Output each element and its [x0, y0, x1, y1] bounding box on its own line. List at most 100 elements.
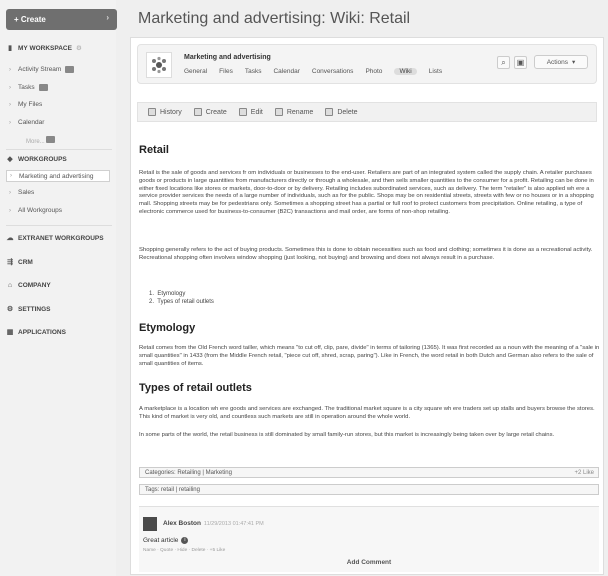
chevron-icon: ›	[9, 66, 11, 73]
tab-lists[interactable]: Lists	[429, 68, 442, 75]
avatar[interactable]	[143, 517, 157, 531]
table-of-contents: 1. Etymology 2. Types of retail outlets	[149, 290, 214, 306]
workgroups-icon: ◆	[7, 156, 13, 163]
section-label: EXTRANET WORKGROUPS	[18, 234, 104, 242]
tab-calendar[interactable]: Calendar	[273, 68, 299, 75]
toc-label: Etymology	[157, 291, 186, 297]
sidebar-section-crm[interactable]: ⇶ CRM	[6, 258, 33, 267]
comment-date: 11/29/2013 01:47:41 PM	[203, 521, 264, 527]
actions-button[interactable]: Actions ▾	[534, 55, 588, 69]
rename-icon	[274, 108, 283, 116]
view-toggle-button[interactable]: ▣	[514, 56, 527, 69]
comment-actions[interactable]: Name · Quote · Hide · Delete · +5 Like	[143, 548, 225, 553]
categories-label[interactable]: Categories: Retailing | Marketing	[145, 470, 232, 476]
search-icon: ⌕	[501, 57, 506, 67]
section-label: SETTINGS	[18, 305, 51, 313]
rename-button[interactable]: Rename	[274, 108, 314, 116]
chevron-icon: ›	[10, 173, 12, 179]
item-label: All Workgroups	[18, 207, 62, 214]
chevron-icon: ›	[9, 101, 11, 108]
comment-body: Great article	[143, 537, 179, 544]
sidebar-item-all-workgroups[interactable]: › All Workgroups	[6, 207, 62, 214]
bookmark-icon: ▮	[8, 45, 12, 52]
heading-types: Types of retail outlets	[139, 382, 252, 394]
tags-bar: Tags: retail | retailing	[139, 484, 599, 495]
sidebar-item-activity-stream[interactable]: › Activity Stream	[6, 66, 75, 73]
history-button[interactable]: History	[148, 108, 182, 116]
chevron-icon: ›	[9, 119, 11, 126]
group-name[interactable]: Marketing and advertising	[184, 54, 271, 61]
heading-retail: Retail	[139, 144, 169, 156]
search-button[interactable]: ⌕	[497, 56, 510, 69]
paragraph-etymology: Retail comes from the Old French word ta…	[139, 345, 600, 367]
item-label: Activity Stream	[18, 66, 62, 73]
paragraph-types-2: In some parts of the world, the retail b…	[139, 432, 555, 438]
create-page-button[interactable]: Create	[193, 108, 227, 116]
divider	[6, 149, 112, 150]
edit-button[interactable]: Edit	[238, 108, 263, 116]
tab-general[interactable]: General	[184, 68, 207, 75]
more-label: More...	[26, 139, 45, 145]
comment-author[interactable]: Alex Boston 11/29/2013 01:47:41 PM	[163, 520, 264, 527]
like-button[interactable]: +2 Like	[574, 470, 594, 476]
sidebar-section-extranet[interactable]: ☁ EXTRANET WORKGROUPS	[6, 234, 104, 243]
page-title: Marketing and advertising: Wiki: Retail	[138, 10, 411, 27]
toc-item-etymology[interactable]: 1. Etymology	[149, 290, 214, 298]
create-label: Create	[20, 15, 46, 24]
section-label: WORKGROUPS	[18, 155, 67, 163]
toolbar-label: Edit	[250, 108, 263, 116]
chevron-icon: ›	[9, 189, 11, 196]
tab-files[interactable]: Files	[219, 68, 233, 75]
paragraph-retail-1: Retail is the sale of goods and services…	[139, 170, 594, 215]
section-label: APPLICATIONS	[18, 328, 66, 336]
chevron-icon: ›	[9, 84, 11, 91]
sidebar-item-tasks[interactable]: › Tasks	[6, 84, 48, 91]
chevron-right-icon: ›	[106, 13, 109, 22]
toolbar-label: Rename	[286, 108, 314, 116]
tab-tasks[interactable]: Tasks	[245, 68, 262, 75]
content-panel: Marketing and advertising General Files …	[130, 37, 604, 575]
sidebar: + Create › ▮ MY WORKSPACE ⚙ › Activity S…	[0, 0, 117, 576]
sidebar-section-company[interactable]: ⌂ COMPANY	[6, 282, 51, 289]
item-label: Calendar	[18, 119, 45, 126]
chevron-down-icon: ▾	[572, 59, 576, 66]
sidebar-section-my-workspace[interactable]: ▮ MY WORKSPACE ⚙	[6, 44, 82, 53]
add-comment-button[interactable]: Add Comment	[139, 559, 599, 566]
more-link[interactable]: More...	[26, 136, 56, 145]
sidebar-section-applications[interactable]: ▦ APPLICATIONS	[6, 328, 66, 337]
create-button[interactable]: + Create ›	[6, 9, 117, 30]
tags-label[interactable]: Tags: retail | retailing	[145, 487, 200, 493]
applications-icon: ▦	[6, 329, 14, 336]
sidebar-item-calendar[interactable]: › Calendar	[6, 119, 44, 126]
crm-icon: ⇶	[7, 259, 13, 266]
tab-conversations[interactable]: Conversations	[312, 68, 354, 75]
counter-icon	[38, 84, 48, 91]
group-header: Marketing and advertising General Files …	[137, 44, 597, 84]
toc-item-types[interactable]: 2. Types of retail outlets	[149, 298, 214, 306]
section-label: CRM	[18, 258, 33, 266]
toolbar-label: Delete	[337, 108, 358, 116]
section-label: COMPANY	[18, 282, 51, 289]
item-label: My Files	[18, 101, 43, 108]
sidebar-item-my-files[interactable]: › My Files	[6, 101, 42, 108]
categories-bar: Categories: Retailing | Marketing +2 Lik…	[139, 467, 599, 478]
chevron-icon: ›	[9, 207, 11, 214]
sidebar-item-marketing[interactable]: › Marketing and advertising	[6, 170, 110, 182]
toolbar-label: History	[160, 108, 182, 116]
tab-photo[interactable]: Photo	[365, 68, 382, 75]
sidebar-item-sales[interactable]: › Sales	[6, 189, 34, 196]
paragraph-retail-2: Shopping generally refers to the act of …	[139, 247, 593, 261]
home-icon: ⌂	[7, 282, 13, 289]
item-label: Sales	[18, 189, 35, 196]
sidebar-section-workgroups[interactable]: ◆ WORKGROUPS	[6, 155, 67, 164]
group-logo	[146, 52, 172, 78]
delete-icon	[325, 108, 334, 116]
layout-icon: ▣	[516, 58, 525, 67]
group-tabs: General Files Tasks Calendar Conversatio…	[184, 68, 442, 75]
tab-wiki[interactable]: Wiki	[394, 68, 417, 75]
sidebar-section-settings[interactable]: ⚙ SETTINGS	[6, 305, 51, 314]
comment-text: Great article i	[143, 537, 189, 544]
delete-button[interactable]: Delete	[325, 108, 358, 116]
counter-icon	[46, 136, 56, 143]
heading-etymology: Etymology	[139, 322, 196, 334]
